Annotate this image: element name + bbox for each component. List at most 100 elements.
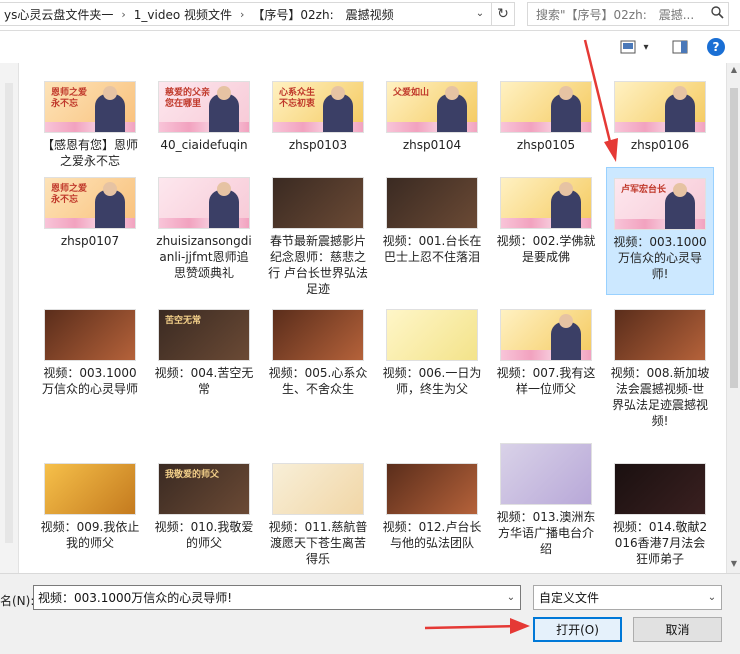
navigation-pane-edge[interactable]	[0, 63, 19, 573]
file-item-label: 视频：001.台长在巴士上忍不住落泪	[382, 234, 482, 264]
video-thumbnail	[500, 443, 592, 505]
refresh-icon: ↻	[497, 6, 509, 22]
scroll-up-button[interactable]: ▲	[729, 65, 739, 77]
file-item-label: 视频：009.我依止我的师父	[40, 520, 140, 550]
video-thumbnail: 卢军宏台长	[614, 178, 706, 230]
refresh-button[interactable]: ↻	[491, 2, 515, 26]
file-item[interactable]: 视频：006.一日为师，终生为父	[378, 299, 486, 423]
scrollbar-thumb[interactable]	[730, 88, 738, 388]
chevron-down-icon: ⌄	[707, 592, 717, 603]
file-item[interactable]: 视频：001.台长在巴士上忍不住落泪	[378, 167, 486, 295]
file-item-label: 视频：011.慈航普渡愿天下苍生离苦得乐	[268, 520, 368, 566]
video-thumbnail	[614, 463, 706, 515]
file-item[interactable]: 视频：008.新加坡法会震撼视频-世界弘法足迹震撼视频!	[606, 299, 714, 428]
filename-input[interactable]: 视频：003.1000万信众的心灵导师! ⌄	[33, 585, 521, 610]
video-thumbnail: 我敬爱的师父	[158, 463, 250, 515]
video-thumbnail: 心系众生 不忘初衷	[272, 81, 364, 133]
file-item[interactable]: 春节最新震撼影片 纪念恩师：慈悲之行 卢台长世界弘法足迹	[264, 167, 372, 296]
thumbnail-caption: 父爱如山	[393, 88, 430, 98]
file-item[interactable]: 苦空无常视频：004.苦空无常	[150, 299, 258, 423]
file-item[interactable]: 视频：011.慈航普渡愿天下苍生离苦得乐	[264, 453, 372, 573]
video-thumbnail	[500, 81, 592, 133]
breadcrumb-separator[interactable]: ›	[236, 8, 248, 21]
video-thumbnail: 恩师之爱 永不忘	[44, 177, 136, 229]
breadcrumb-item-video[interactable]: 1_video 视频文件	[130, 6, 236, 23]
filetype-value: 自定义文件	[539, 591, 600, 605]
breadcrumb-item-current[interactable]: 【序号】02zh: 震撼视频	[248, 6, 397, 23]
file-item[interactable]: 视频：014.敬献2016香港7月法会狂师弟子	[606, 453, 714, 573]
thumbnail-head	[559, 182, 573, 196]
file-item-selected[interactable]: 卢军宏台长视频：003.1000万信众的心灵导师!	[606, 167, 714, 295]
thumbnail-view-icon[interactable]	[618, 37, 638, 57]
file-item-label: zhsp0107	[60, 234, 120, 248]
video-thumbnail	[272, 309, 364, 361]
thumbnail-caption: 卢军宏台长	[621, 185, 667, 195]
file-item-label: 视频：012.卢台长与他的弘法团队	[382, 520, 482, 550]
view-options-caret[interactable]: ▾	[640, 37, 652, 57]
video-thumbnail: 恩师之爱 永不忘	[44, 81, 136, 133]
thumbnail-head	[559, 86, 573, 100]
video-thumbnail	[500, 309, 592, 361]
breadcrumb-item-root[interactable]: ys心灵云盘文件夹一	[0, 6, 117, 23]
file-item[interactable]: 视频：003.1000万信众的心灵导师	[36, 299, 144, 423]
thumbnail-head	[673, 86, 687, 100]
thumbnail-caption: 恩师之爱 永不忘	[51, 88, 88, 109]
video-thumbnail	[386, 177, 478, 229]
chevron-down-icon[interactable]: ⌄	[502, 592, 520, 603]
thumbnail-head	[217, 182, 231, 196]
video-thumbnail: 慈爱的父亲 您在哪里	[158, 81, 250, 133]
address-bar-area: ys心灵云盘文件夹一 › 1_video 视频文件 › 【序号】02zh: 震撼…	[0, 0, 740, 31]
cancel-button[interactable]: 取消	[633, 617, 722, 642]
video-thumbnail	[614, 81, 706, 133]
file-item[interactable]: 视频：012.卢台长与他的弘法团队	[378, 453, 486, 573]
scroll-down-button[interactable]: ▼	[729, 559, 739, 571]
breadcrumb[interactable]: ys心灵云盘文件夹一 › 1_video 视频文件 › 【序号】02zh: 震撼…	[0, 2, 515, 26]
file-item-label: 视频：003.1000万信众的心灵导师!	[613, 235, 707, 281]
file-item-label: zhuisizansongdianli-jjfmt恩师追思赞颂典礼	[156, 234, 252, 280]
help-icon[interactable]: ?	[707, 38, 725, 56]
thumbnail-caption: 苦空无常	[165, 316, 202, 326]
file-item[interactable]: 视频：002.学佛就是要成佛	[492, 167, 600, 295]
file-item[interactable]: 视频：007.我有这样一位师父	[492, 299, 600, 423]
file-item[interactable]: 视频：013.澳洲东方华语广播电台介绍	[492, 443, 600, 563]
filetype-select[interactable]: 自定义文件 ⌄	[533, 585, 722, 610]
view-toolbar: ▾	[0, 31, 740, 63]
video-thumbnail	[614, 309, 706, 361]
breadcrumb-separator[interactable]: ›	[117, 8, 129, 21]
filename-value: 视频：003.1000万信众的心灵导师!	[38, 591, 233, 605]
file-item-label: 春节最新震撼影片 纪念恩师：慈悲之行 卢台长世界弘法足迹	[268, 234, 368, 296]
address-dropdown-button[interactable]: ⌄	[470, 2, 490, 24]
filename-label: 名(N):	[0, 594, 35, 608]
file-item[interactable]: 恩师之爱 永不忘 zhsp0107	[36, 167, 144, 295]
preview-pane-icon[interactable]	[670, 37, 690, 57]
video-thumbnail	[272, 177, 364, 229]
dialog-footer: 名(N): 视频：003.1000万信众的心灵导师! ⌄ 自定义文件 ⌄ 打开(…	[0, 573, 740, 654]
chevron-down-icon: ⌄	[475, 7, 485, 19]
video-thumbnail	[158, 177, 250, 229]
file-item[interactable]: 视频：009.我依止我的师父	[36, 453, 144, 573]
file-item-label: 视频：005.心系众生、不舍众生	[268, 366, 368, 396]
thumbnail-caption: 恩师之爱 永不忘	[51, 184, 88, 205]
navigation-scrollbar[interactable]	[5, 83, 13, 543]
search-input[interactable]: 搜索"【序号】02zh: 震撼...	[527, 2, 729, 26]
search-icon	[706, 5, 728, 23]
thumbnail-caption: 我敬爱的师父	[165, 470, 220, 480]
search-placeholder: 搜索"【序号】02zh: 震撼...	[536, 7, 695, 22]
video-thumbnail	[272, 463, 364, 515]
vertical-scrollbar[interactable]: ▲ ▼	[726, 63, 740, 573]
file-item-label: 视频：007.我有这样一位师父	[496, 366, 596, 396]
open-button[interactable]: 打开(O)	[533, 617, 622, 642]
file-item-label: zhsp0103	[288, 138, 348, 152]
video-thumbnail: 父爱如山	[386, 81, 478, 133]
file-item-label: 视频：013.澳洲东方华语广播电台介绍	[496, 510, 596, 556]
thumbnail-head	[559, 314, 573, 328]
file-item-label: 视频：004.苦空无常	[154, 366, 254, 396]
file-item[interactable]: 视频：005.心系众生、不舍众生	[264, 299, 372, 423]
video-thumbnail	[44, 463, 136, 515]
video-thumbnail	[500, 177, 592, 229]
file-item[interactable]: 我敬爱的师父视频：010.我敬爱的师父	[150, 453, 258, 573]
file-item-label: 40_ciaidefuqin	[160, 138, 248, 152]
file-item[interactable]: zhuisizansongdianli-jjfmt恩师追思赞颂典礼	[150, 167, 258, 295]
video-thumbnail	[44, 309, 136, 361]
file-item-label: 视频：010.我敬爱的师父	[154, 520, 254, 550]
